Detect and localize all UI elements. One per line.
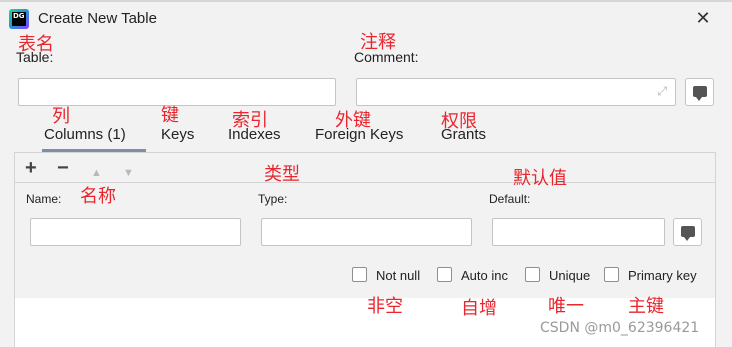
primary-key-label: Primary key	[628, 268, 697, 283]
column-name-field[interactable]	[30, 218, 241, 246]
auto-inc-label: Auto inc	[461, 268, 508, 283]
annotation-keys: 键	[161, 105, 179, 126]
unique-checkbox[interactable]	[525, 267, 540, 282]
column-type-input[interactable]	[262, 219, 471, 245]
column-type-field[interactable]	[261, 218, 472, 246]
unique-label: Unique	[549, 268, 591, 283]
annotation-default: 默认值	[513, 168, 567, 189]
window-title: Create New Table	[38, 10, 157, 27]
column-name-label: Name:	[26, 192, 62, 206]
comment-input[interactable]	[357, 79, 675, 105]
app-logo-icon: DG	[9, 9, 29, 29]
remove-column-icon[interactable]: −	[57, 158, 69, 178]
not-null-label: Not null	[376, 268, 421, 283]
default-editor-button[interactable]	[673, 218, 702, 246]
annotation-name: 名称	[80, 186, 116, 207]
logo-text: DG	[12, 12, 26, 26]
table-label: Table:	[16, 49, 54, 65]
auto-inc-checkbox[interactable]	[437, 267, 452, 282]
annotation-not-null: 非空	[367, 296, 403, 317]
tab-keys[interactable]: Keys	[161, 126, 194, 143]
tab-foreign-keys[interactable]: Foreign Keys	[315, 126, 403, 143]
comment-editor-button[interactable]	[685, 78, 714, 106]
column-default-label: Default:	[489, 192, 531, 206]
move-up-icon[interactable]: ▲	[91, 163, 102, 183]
toolbar-divider	[15, 182, 715, 183]
tab-columns[interactable]: Columns (1)	[44, 126, 126, 143]
column-default-input[interactable]	[493, 219, 664, 245]
annotation-auto-inc: 自增	[461, 298, 497, 319]
move-down-icon[interactable]: ▼	[123, 163, 134, 183]
column-type-label: Type:	[258, 192, 288, 206]
annotation-unique: 唯一	[548, 296, 584, 317]
speech-bubble-icon	[681, 226, 695, 241]
speech-bubble-icon	[693, 86, 707, 101]
close-icon[interactable]: ✕	[694, 8, 712, 29]
add-column-icon[interactable]: +	[25, 158, 37, 178]
column-default-field[interactable]	[492, 218, 665, 246]
primary-key-checkbox[interactable]	[604, 267, 619, 282]
annotation-type: 类型	[264, 164, 300, 185]
tab-grants[interactable]: Grants	[441, 126, 486, 143]
not-null-checkbox[interactable]	[352, 267, 367, 282]
tab-indexes[interactable]: Indexes	[228, 126, 281, 143]
comment-label: Comment:	[354, 49, 419, 65]
expand-icon[interactable]: ⤢	[657, 84, 667, 99]
annotation-primary-key: 主键	[628, 296, 664, 317]
window-top-border	[0, 0, 732, 2]
csdn-watermark: CSDN @m0_62396421	[540, 320, 700, 336]
comment-field[interactable]: ⤢	[356, 78, 676, 106]
column-name-input[interactable]	[31, 219, 240, 245]
annotation-columns: 列	[52, 106, 70, 127]
